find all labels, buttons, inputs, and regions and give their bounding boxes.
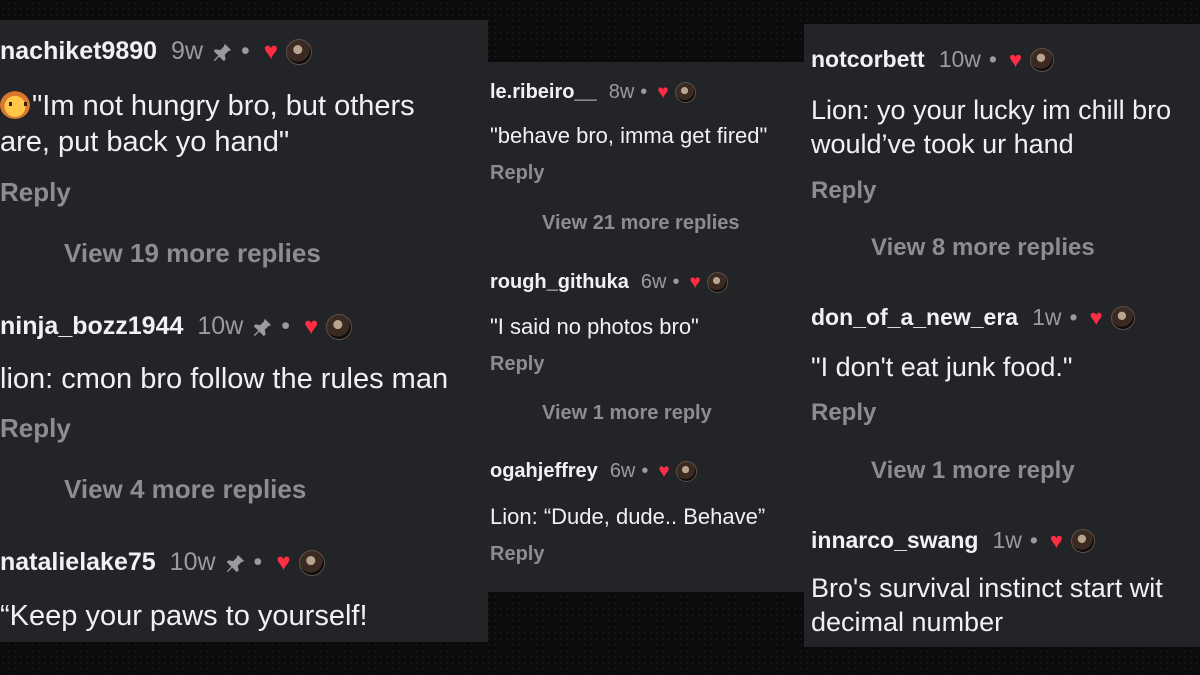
comment-header: innarco_swang 1w • ♥ <box>811 527 1095 554</box>
reply-button[interactable]: Reply <box>811 177 876 205</box>
comment-username[interactable]: innarco_swang <box>811 527 978 554</box>
comment-time: 6w <box>609 460 636 482</box>
author-avatar <box>286 38 313 65</box>
separator-dot: • <box>241 37 250 65</box>
comment-username[interactable]: don_of_a_new_era <box>811 304 1018 331</box>
comment-username[interactable]: ninja_bozz1944 <box>0 312 183 341</box>
comment-time: 10w <box>938 46 981 72</box>
separator-dot: • <box>672 271 680 293</box>
comment-username[interactable]: notcorbett <box>811 46 925 73</box>
separator-dot: • <box>253 548 263 576</box>
comment-time: 9w <box>171 37 204 65</box>
comment-text: Lion: yo your lucky im chill bro would’v… <box>811 94 1171 162</box>
view-more-replies[interactable]: View 1 more reply <box>542 402 712 425</box>
reply-button[interactable]: Reply <box>811 399 876 427</box>
comments-panel-right: notcorbett 10w • ♥ Lion: yo your lucky i… <box>804 24 1200 647</box>
reply-button[interactable]: Reply <box>490 162 544 185</box>
separator-dot: • <box>1069 304 1078 330</box>
author-avatar <box>1070 528 1095 553</box>
comment-time: 8w <box>608 81 635 103</box>
comment-username[interactable]: ogahjeffrey <box>490 460 598 483</box>
comment-time: 6w <box>640 271 667 293</box>
comment-username[interactable]: natalielake75 <box>0 548 156 577</box>
comment-text: "Im not hungry bro, but others are, put … <box>0 88 415 161</box>
author-avatar <box>1110 305 1135 330</box>
comment-time: 10w <box>197 312 244 340</box>
comment-text-line: Bro's survival instinct start wit <box>811 573 1163 603</box>
reply-button[interactable]: Reply <box>0 413 71 444</box>
reply-button[interactable]: Reply <box>490 353 544 376</box>
comment-time: 1w <box>992 527 1022 553</box>
pin-icon <box>226 553 244 572</box>
separator-dot: • <box>1029 527 1038 553</box>
heart-icon[interactable]: ♥ <box>276 549 290 577</box>
comment-header: natalielake75 10w • ♥ <box>0 548 325 577</box>
heart-icon[interactable]: ♥ <box>264 38 278 66</box>
comment-text-line: decimal number <box>811 606 1004 637</box>
comment-text: “Keep your paws to yourself! <box>0 598 368 634</box>
author-avatar <box>706 272 728 293</box>
pin-icon <box>213 42 232 61</box>
comment-header: rough_githuka 6w • ♥ <box>490 271 728 294</box>
lion-emoji-icon <box>0 91 30 119</box>
comment-time: 1w <box>1032 304 1062 330</box>
pin-icon <box>254 317 272 336</box>
comment-header: ogahjeffrey 6w • ♥ <box>490 460 697 483</box>
comment-username[interactable]: rough_githuka <box>490 271 629 294</box>
comment-header: le.ribeiro__ 8w • ♥ <box>490 81 696 104</box>
view-more-replies[interactable]: View 21 more replies <box>542 212 740 235</box>
view-more-replies[interactable]: View 4 more replies <box>64 474 306 505</box>
author-avatar <box>674 82 696 103</box>
heart-icon[interactable]: ♥ <box>689 272 700 294</box>
comment-username[interactable]: nachiket9890 <box>0 37 157 66</box>
comment-text-line: "I said no photos bro" <box>490 314 699 339</box>
author-avatar <box>326 313 353 340</box>
comment-header: ninja_bozz1944 10w • ♥ <box>0 312 353 341</box>
comment-text: Lion: “Dude, dude.. Behave” <box>490 503 765 531</box>
view-more-replies[interactable]: View 19 more replies <box>64 238 321 269</box>
heart-icon[interactable]: ♥ <box>1050 528 1063 554</box>
author-avatar <box>298 549 325 576</box>
reply-button[interactable]: Reply <box>490 543 544 566</box>
heart-icon[interactable]: ♥ <box>304 313 318 341</box>
reply-button[interactable]: Reply <box>0 177 71 208</box>
comment-text-line: are, put back yo hand" <box>0 126 290 159</box>
comment-text: "I don't eat junk food." <box>811 351 1073 385</box>
comment-header: nachiket9890 9w • ♥ <box>0 37 313 66</box>
comment-text-line: lion: cmon bro follow the rules man <box>0 363 449 395</box>
comments-panel-middle: le.ribeiro__ 8w • ♥ "behave bro, imma ge… <box>488 62 804 592</box>
author-avatar <box>1030 47 1055 72</box>
separator-dot: • <box>641 460 649 482</box>
comments-panel-left: nachiket9890 9w • ♥ "Im not hungry bro, … <box>0 20 488 642</box>
heart-icon[interactable]: ♥ <box>657 82 668 104</box>
comment-text-line: “Keep your paws to yourself! <box>0 600 368 632</box>
heart-icon[interactable]: ♥ <box>1009 47 1022 73</box>
separator-dot: • <box>281 312 291 340</box>
comment-text-line: Lion: yo your lucky im chill bro <box>811 95 1172 125</box>
heart-icon[interactable]: ♥ <box>1090 305 1103 331</box>
comment-text-line: Lion: “Dude, dude.. Behave” <box>490 504 766 529</box>
comment-text: "I said no photos bro" <box>490 313 699 341</box>
separator-dot: • <box>988 46 997 72</box>
comment-username[interactable]: le.ribeiro__ <box>490 81 597 104</box>
comment-text: "behave bro, imma get fired" <box>490 122 767 150</box>
comment-header: notcorbett 10w • ♥ <box>811 46 1055 73</box>
heart-icon[interactable]: ♥ <box>658 461 669 483</box>
comment-text: lion: cmon bro follow the rules man <box>0 361 448 397</box>
comment-text-line: would’ve took ur hand <box>811 128 1074 159</box>
comment-time: 10w <box>169 548 216 576</box>
comment-text-line: "behave bro, imma get fired" <box>490 123 768 148</box>
separator-dot: • <box>640 81 648 103</box>
comment-header: don_of_a_new_era 1w • ♥ <box>811 304 1135 331</box>
view-more-replies[interactable]: View 8 more replies <box>871 234 1095 262</box>
comment-text-line: "I don't eat junk food." <box>811 352 1073 382</box>
author-avatar <box>675 461 697 482</box>
comment-text: Bro's survival instinct start wit decima… <box>811 572 1163 640</box>
comment-text-line: "Im not hungry bro, but others <box>32 90 415 122</box>
view-more-replies[interactable]: View 1 more reply <box>871 457 1075 485</box>
